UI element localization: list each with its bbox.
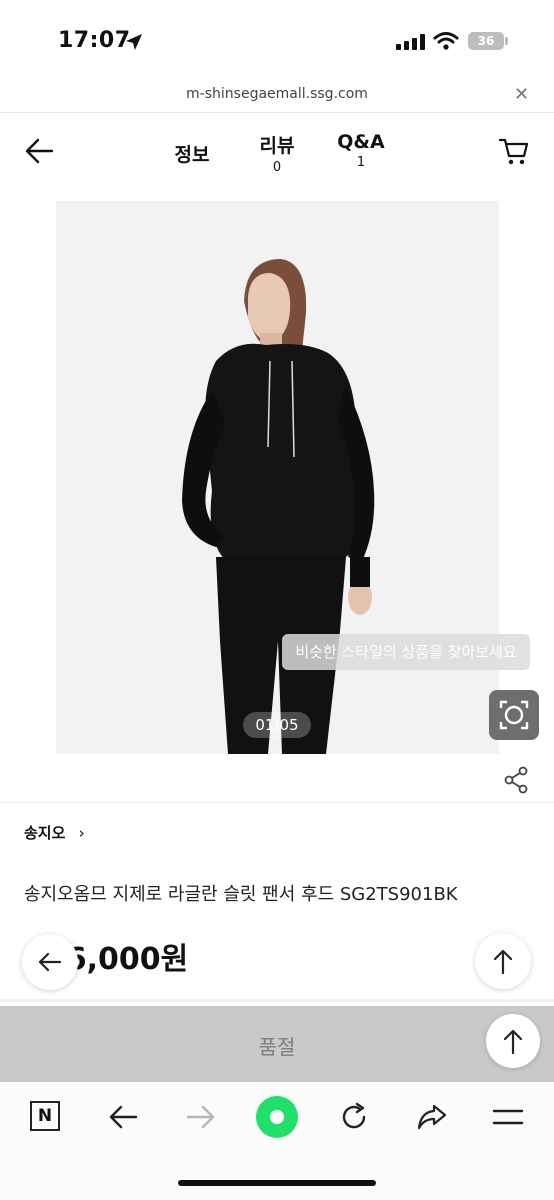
tab-info-label: 정보 bbox=[174, 144, 210, 166]
back-arrow-icon[interactable] bbox=[24, 137, 56, 165]
section-divider bbox=[0, 802, 554, 803]
back-arrow-icon bbox=[38, 952, 62, 972]
cellular-signal-icon bbox=[396, 34, 425, 50]
chevron-right-icon: › bbox=[78, 824, 85, 842]
scroll-top-icon bbox=[503, 1029, 523, 1055]
green-dot-icon bbox=[270, 1110, 284, 1124]
url-text[interactable]: m-shinsegaemall.ssg.com bbox=[0, 86, 554, 102]
status-time: 17:07 bbox=[58, 28, 131, 53]
tab-review-count: 0 bbox=[272, 160, 282, 175]
share-arrow-icon[interactable] bbox=[416, 1102, 448, 1132]
close-icon[interactable]: ✕ bbox=[514, 84, 529, 105]
green-dot-button[interactable] bbox=[256, 1096, 298, 1138]
cart-icon[interactable] bbox=[498, 136, 530, 166]
tab-info[interactable]: 정보 bbox=[164, 140, 220, 167]
battery-cap bbox=[505, 37, 508, 45]
location-arrow-icon bbox=[126, 34, 142, 50]
floating-back-button[interactable] bbox=[22, 934, 78, 990]
tab-review[interactable]: 리뷰 0 bbox=[249, 131, 305, 175]
tab-qna[interactable]: Q&A 1 bbox=[331, 131, 391, 170]
share-icon[interactable] bbox=[504, 766, 530, 794]
hoodie-model-photo bbox=[56, 201, 499, 754]
scroll-top-button[interactable] bbox=[475, 933, 531, 989]
home-indicator bbox=[178, 1180, 376, 1186]
battery-indicator: 36 bbox=[468, 32, 504, 50]
browser-forward-icon[interactable] bbox=[186, 1104, 216, 1130]
tab-review-label: 리뷰 bbox=[259, 135, 295, 157]
product-name: 송지오옴므 지제로 라글란 슬릿 팬서 후드 SG2TS901BK bbox=[24, 884, 458, 905]
refresh-icon[interactable] bbox=[338, 1101, 370, 1133]
menu-icon[interactable] bbox=[492, 1106, 524, 1128]
tab-qna-label: Q&A bbox=[337, 131, 385, 153]
image-counter: 01/05 bbox=[243, 712, 311, 738]
tab-qna-count: 1 bbox=[356, 155, 366, 170]
brand-name: 송지오 bbox=[24, 824, 66, 842]
accent-line bbox=[0, 999, 554, 1002]
similar-style-tooltip[interactable]: 비슷한 스타일의 상품을 찾아보세요 bbox=[282, 634, 530, 670]
product-image[interactable] bbox=[56, 201, 499, 754]
browser-back-icon[interactable] bbox=[108, 1104, 138, 1130]
wifi-icon bbox=[433, 32, 459, 50]
brand-link[interactable]: 송지오 › bbox=[24, 822, 85, 843]
soldout-label: 품절 bbox=[258, 1035, 296, 1059]
page-top-button[interactable] bbox=[486, 1014, 540, 1068]
naver-n-icon[interactable]: N bbox=[30, 1101, 60, 1131]
scroll-top-icon bbox=[493, 949, 513, 975]
lens-search-button[interactable] bbox=[489, 690, 539, 740]
lens-search-icon bbox=[499, 700, 529, 730]
